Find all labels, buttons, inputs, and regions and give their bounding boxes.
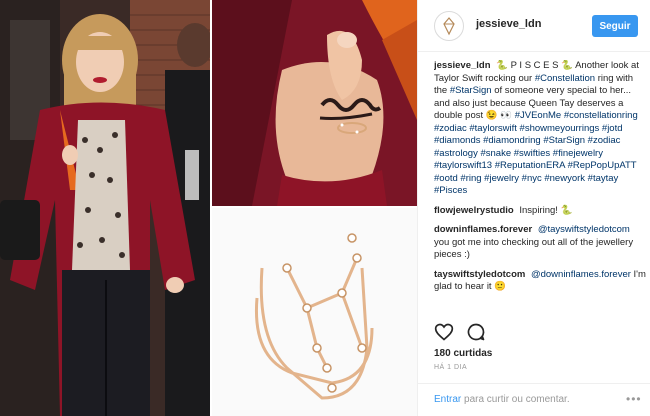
post-timestamp: HÁ 1 DIA (434, 364, 468, 371)
post-username[interactable]: jessieve_ldn (476, 18, 541, 30)
street-photo-illustration (0, 0, 210, 416)
avatar[interactable] (434, 11, 464, 41)
post-actions (434, 322, 634, 344)
caption-username[interactable]: jessieve_ldn (434, 60, 491, 71)
post-image[interactable] (0, 0, 417, 416)
constellation-ring-illustration (212, 208, 417, 416)
login-link[interactable]: Entrar (434, 394, 461, 405)
ellipsis-icon[interactable]: ••• (626, 392, 642, 406)
hashtag-constellation[interactable]: #Constellation (535, 73, 595, 84)
comment-username[interactable]: tayswiftstyledotcom (434, 269, 525, 280)
add-comment-bar: Entrar para curtir ou comentar. ••• (418, 383, 650, 416)
follow-button[interactable]: Seguir (592, 15, 638, 37)
hashtag-starsign[interactable]: #StarSign (450, 85, 492, 96)
caption: jessieve_ldn 🐍 P I S C E S 🐍 Another loo… (434, 60, 646, 198)
diamond-logo-icon (443, 17, 455, 36)
comment-username[interactable]: downinflames.forever (434, 224, 532, 235)
comment-mention[interactable]: @downinflames.forever (531, 269, 631, 280)
likes-count[interactable]: 180 curtidas (434, 348, 492, 359)
photo-hand-closeup (212, 0, 417, 206)
login-prompt-text: para curtir ou comentar. (461, 394, 570, 405)
comments-list: jessieve_ldn 🐍 P I S C E S 🐍 Another loo… (434, 60, 646, 318)
hand-closeup-illustration (212, 0, 417, 206)
photo-taylor-street (0, 0, 210, 416)
comment-text: Inspiring! 🐍 (519, 204, 573, 216)
comment-mention[interactable]: @tayswiftstyledotcom (538, 224, 630, 235)
photo-constellation-ring (212, 208, 417, 416)
comment-icon[interactable] (466, 322, 486, 342)
list-item: flowjewelrystudio Inspiring! 🐍 (434, 205, 646, 218)
post-side-panel: jessieve_ldn Seguir jessieve_ldn 🐍 P I S… (417, 0, 650, 416)
comment-username[interactable]: flowjewelrystudio (434, 205, 514, 216)
post-header: jessieve_ldn Seguir (418, 0, 650, 52)
hashtag-list[interactable]: #JVEonMe #constellationring #zodiac #tay… (434, 110, 638, 196)
comment-text: you got me into checking out all of the … (434, 236, 634, 261)
list-item: tayswiftstyledotcom @downinflames.foreve… (434, 269, 646, 294)
heart-icon[interactable] (434, 322, 454, 342)
list-item: downinflames.forever @tayswiftstyledotco… (434, 224, 646, 262)
login-prompt: Entrar para curtir ou comentar. (434, 394, 570, 405)
